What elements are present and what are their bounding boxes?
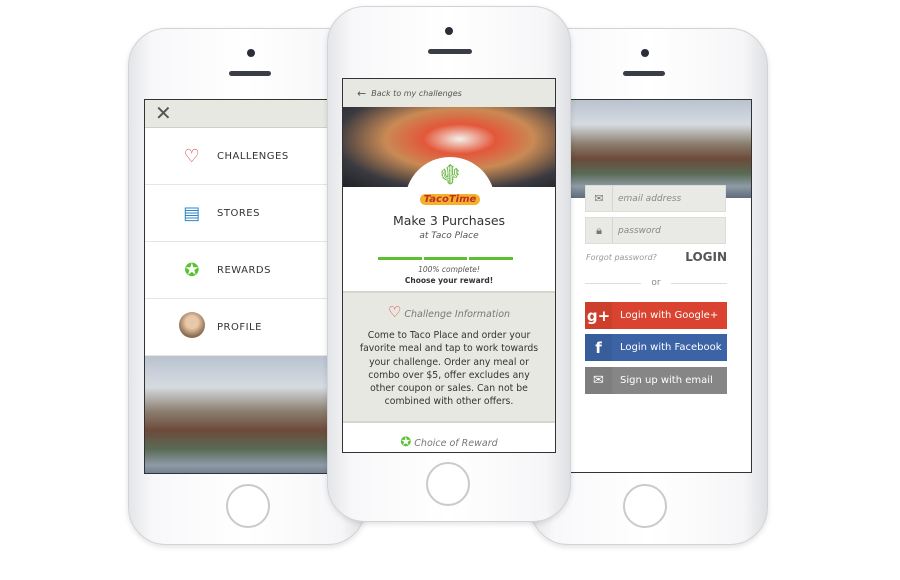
camera	[445, 27, 453, 35]
google-plus-icon: g+	[585, 302, 612, 329]
login-button[interactable]: LOGIN	[685, 250, 727, 264]
progress-segment	[423, 257, 468, 260]
menu-label: STORES	[217, 207, 260, 219]
award-ribbon-icon: ✪	[400, 435, 412, 450]
camera	[247, 49, 255, 57]
info-body: Come to Taco Place and order your favori…	[359, 330, 539, 408]
progress-cta[interactable]: Choose your reward!	[343, 276, 555, 285]
menu-screen: ✕ ♡ CHALLENGES ▤ STORES ✪ REWARDS PROFILE	[144, 99, 328, 474]
menu-label: CHALLENGES	[217, 150, 289, 162]
progress-bar	[378, 257, 514, 260]
middle-phone: ← Back to my challenges 🌵︎ TacoTime Make …	[327, 6, 571, 522]
google-login-button[interactable]: g+ Login with Google+	[585, 302, 727, 329]
menu-label: REWARDS	[217, 264, 271, 276]
speaker	[623, 71, 665, 76]
menu-header: ✕	[145, 100, 327, 128]
challenge-subtitle: at Taco Place	[419, 231, 479, 241]
login-screen: ✉ email address 🔒︎ password Forgot passwor…	[571, 99, 752, 473]
email-field[interactable]: ✉ email address	[585, 185, 726, 212]
avatar	[179, 311, 205, 343]
home-button[interactable]	[226, 484, 270, 528]
password-field[interactable]: 🔒︎ password	[585, 217, 726, 244]
challenge-title: Make 3 Purchases	[392, 213, 506, 228]
menu-label: PROFILE	[217, 321, 262, 333]
back-link[interactable]: ← Back to my challenges	[343, 79, 555, 107]
envelope-icon: ✉	[586, 186, 613, 211]
facebook-icon: f	[585, 334, 612, 361]
city-photo	[145, 356, 327, 473]
menu-item-challenges[interactable]: ♡ CHALLENGES	[145, 128, 327, 185]
email-signup-button[interactable]: ✉ Sign up with email	[585, 367, 727, 394]
challenge-screen: ← Back to my challenges 🌵︎ TacoTime Make …	[342, 78, 556, 453]
award-ribbon-icon: ✪	[184, 259, 200, 281]
speaker	[428, 49, 472, 54]
choice-of-reward-heading[interactable]: ✪ Choice of Reward	[343, 435, 555, 450]
or-divider: or	[585, 278, 727, 288]
progress-text: 100% complete!	[418, 265, 480, 274]
cactus-icon: 🌵︎	[437, 162, 463, 186]
menu-item-rewards[interactable]: ✪ REWARDS	[145, 242, 327, 299]
menu-item-stores[interactable]: ▤ STORES	[145, 185, 327, 242]
heart-icon: ♡	[183, 145, 201, 167]
arrow-left-icon: ←	[357, 86, 367, 100]
store-icon: ▤	[183, 202, 201, 224]
progress-segment	[378, 257, 422, 260]
info-heading: Challenge Information	[404, 309, 511, 320]
forgot-password-link[interactable]: Forgot password?	[586, 253, 657, 262]
city-photo	[571, 100, 751, 198]
progress-segment	[469, 257, 514, 260]
logo-badge: 🌵︎ TacoTime	[405, 157, 495, 217]
facebook-login-button[interactable]: f Login with Facebook	[585, 334, 727, 361]
home-button[interactable]	[623, 484, 667, 528]
heart-icon: ♡	[387, 303, 402, 321]
camera	[641, 49, 649, 57]
close-icon[interactable]: ✕	[155, 101, 172, 125]
tacotime-logo: TacoTime	[419, 194, 481, 205]
challenge-info-section: ♡ Challenge Information Come to Taco Pla…	[343, 291, 555, 423]
lock-icon: 🔒︎	[586, 218, 613, 243]
home-button[interactable]	[426, 462, 470, 506]
envelope-icon: ✉	[585, 367, 612, 394]
speaker	[229, 71, 271, 76]
menu-item-profile[interactable]: PROFILE	[145, 299, 327, 356]
